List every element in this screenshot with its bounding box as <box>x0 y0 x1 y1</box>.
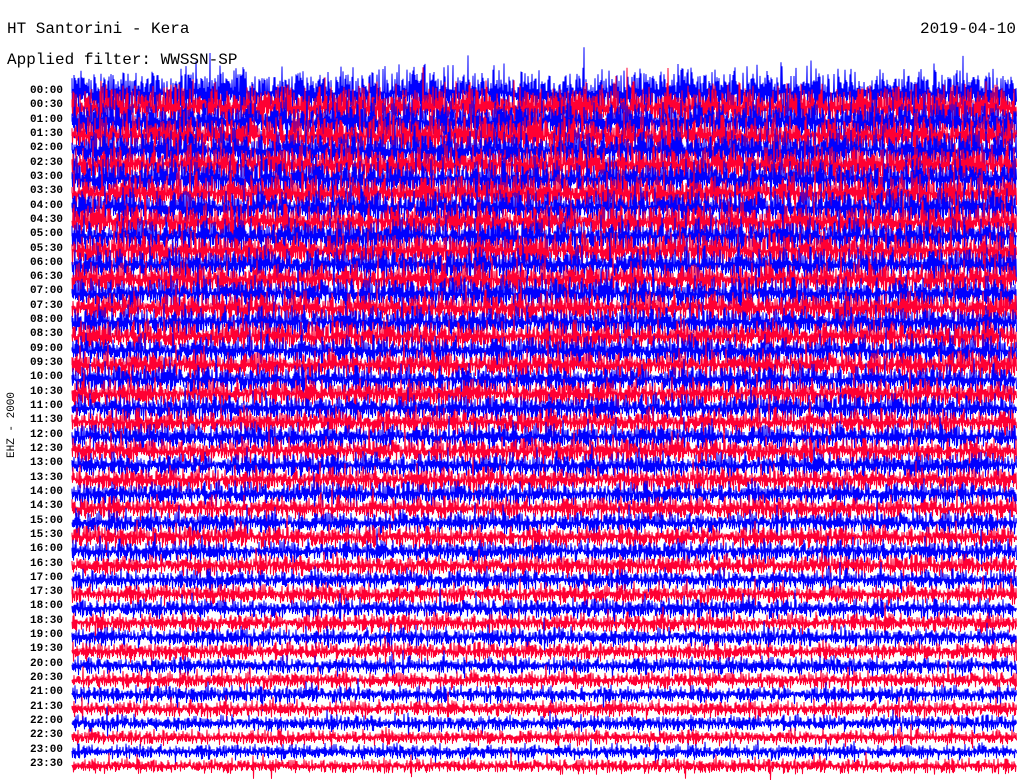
time-tick-label: 08:00 <box>29 314 63 327</box>
time-tick-label: 08:30 <box>29 328 63 341</box>
time-tick-label: 19:30 <box>29 643 63 656</box>
time-tick-label: 15:00 <box>29 514 63 527</box>
time-tick-label: 10:30 <box>29 385 63 398</box>
time-tick-label: 12:00 <box>29 428 63 441</box>
time-tick-label: 13:00 <box>29 457 63 470</box>
time-tick-label: 20:00 <box>29 657 63 670</box>
time-tick-label: 19:00 <box>29 629 63 642</box>
time-tick-label: 04:30 <box>29 213 63 226</box>
time-tick-label: 16:00 <box>29 543 63 556</box>
time-tick-label: 11:30 <box>29 414 63 427</box>
time-tick-label: 17:30 <box>29 586 63 599</box>
time-tick-label: 18:30 <box>29 614 63 627</box>
time-tick-label: 20:30 <box>29 672 63 685</box>
time-tick-label: 07:30 <box>29 299 63 312</box>
time-tick-label: 02:30 <box>29 156 63 169</box>
time-tick-label: 04:00 <box>29 199 63 212</box>
time-tick-label: 06:30 <box>29 271 63 284</box>
time-tick-label: 23:00 <box>29 743 63 756</box>
time-tick-label: 12:30 <box>29 442 63 455</box>
time-tick-label: 18:00 <box>29 600 63 613</box>
time-tick-label: 21:30 <box>29 700 63 713</box>
time-tick-label: 09:00 <box>29 342 63 355</box>
time-tick-label: 05:00 <box>29 228 63 241</box>
time-tick-label: 01:00 <box>29 113 63 126</box>
time-tick-label: 11:00 <box>29 400 63 413</box>
time-tick-label: 23:30 <box>29 758 63 770</box>
time-tick-label: 00:30 <box>29 99 63 112</box>
time-tick-label: 00:00 <box>29 85 63 97</box>
time-tick-label: 01:30 <box>29 127 63 140</box>
time-tick-label: 22:00 <box>29 715 63 728</box>
time-tick-label: 17:00 <box>29 571 63 584</box>
time-tick-label: 22:30 <box>29 729 63 742</box>
helicorder-plot <box>71 47 1017 780</box>
seismic-trace-2230 <box>71 723 1017 751</box>
time-tick-label: 16:30 <box>29 557 63 570</box>
time-tick-label: 10:00 <box>29 371 63 384</box>
time-tick-label: 21:00 <box>29 686 63 699</box>
filter-label: Applied filter: WWSSN-SP <box>7 51 238 69</box>
time-tick-label: 15:30 <box>29 528 63 541</box>
time-tick-label: 06:00 <box>29 256 63 269</box>
time-tick-label: 03:30 <box>29 185 63 198</box>
time-tick-label: 05:30 <box>29 242 63 255</box>
time-tick-label: 14:30 <box>29 500 63 513</box>
time-tick-label: 03:00 <box>29 170 63 183</box>
time-tick-label: 07:00 <box>29 285 63 298</box>
time-tick-label: 13:30 <box>29 471 63 484</box>
time-tick-label: 02:00 <box>29 142 63 155</box>
time-tick-label: 09:30 <box>29 357 63 370</box>
time-tick-label: 14:00 <box>29 485 63 498</box>
